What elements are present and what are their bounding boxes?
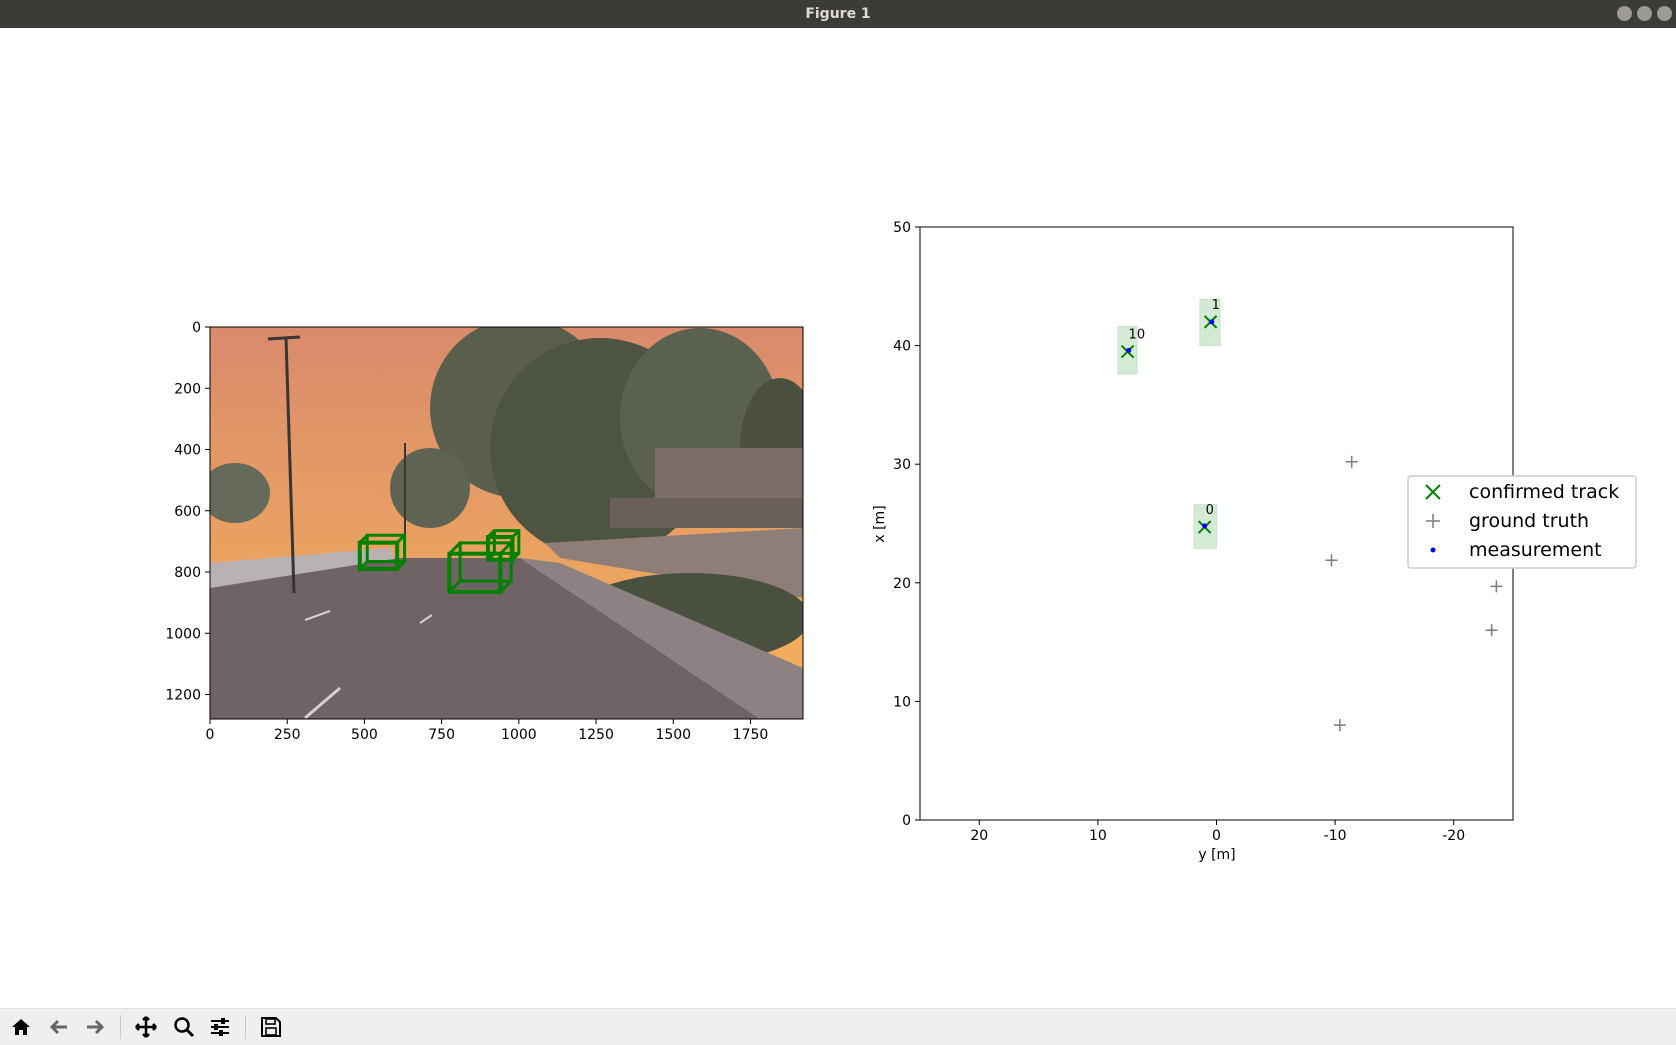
legend-marker-measurement [1430, 547, 1436, 553]
save-icon [261, 1017, 281, 1037]
zoom-icon [174, 1017, 195, 1038]
track-id-label: 1 [1212, 298, 1220, 313]
subplots-config-icon [211, 1018, 229, 1036]
measurement-marker [1126, 347, 1132, 353]
x-tick-label: -10 [1324, 828, 1347, 844]
back-arrow-icon [49, 1019, 67, 1035]
maximize-button[interactable] [1637, 6, 1652, 21]
y-tick-label: 0 [902, 813, 911, 829]
back-button[interactable] [44, 1013, 74, 1041]
x-tick-label: 1250 [578, 727, 614, 743]
track-id-label: 0 [1206, 503, 1214, 518]
toolbar [0, 1008, 1676, 1045]
figure-canvas: 0 250 500 750 1000 1250 1500 1750 0 200 400 600 800 1… [0, 28, 1676, 1008]
pan-button[interactable] [131, 1013, 161, 1041]
measurement-marker [1202, 523, 1208, 529]
legend-label-ground-truth: ground truth [1469, 510, 1589, 532]
y-tick-label: 400 [174, 443, 201, 459]
x-tick-label: 1000 [501, 727, 537, 743]
y-tick-label: 1200 [165, 688, 201, 704]
y-tick-label: 1000 [165, 626, 201, 642]
legend-label-measurement: measurement [1469, 539, 1602, 561]
minimize-button[interactable] [1617, 6, 1632, 21]
y-tick-label: 10 [893, 694, 911, 710]
x-tick-label: 20 [970, 828, 988, 844]
x-tick-label: 750 [428, 727, 455, 743]
y-axis-label: x [m] [872, 505, 888, 542]
x-axis-label: y [m] [1198, 847, 1235, 863]
x-tick-label: 1750 [733, 727, 769, 743]
x-tick-label: 0 [1212, 828, 1221, 844]
x-tick-label: 1500 [655, 727, 691, 743]
y-tick-label: 30 [893, 457, 911, 473]
camera-image [210, 327, 803, 719]
figure-svg: 0 250 500 750 1000 1250 1500 175002004006008001… [165, 220, 1637, 863]
x-tick-label: 10 [1089, 828, 1107, 844]
home-button[interactable] [6, 1013, 36, 1041]
y-tick-label: 600 [174, 504, 201, 520]
zoom-button[interactable] [169, 1013, 199, 1041]
window-title: Figure 1 [805, 6, 871, 22]
save-button[interactable] [256, 1013, 286, 1041]
y-tick-label: 200 [174, 381, 201, 397]
toolbar-separator [120, 1015, 121, 1039]
window-titlebar: Figure 1 [0, 0, 1676, 28]
birds-eye-axes: 1010 20 10 0 -10 -2001020304050 y [m] x [m] … [872, 220, 1637, 863]
subplots-config-button[interactable] [205, 1013, 235, 1041]
measurement-marker [1209, 319, 1215, 325]
y-tick-label: 800 [174, 565, 201, 581]
y-tick-label: 0 [192, 320, 201, 336]
legend-label-confirmed-track: confirmed track [1469, 481, 1619, 503]
track-id-label: 10 [1129, 328, 1146, 343]
forward-button[interactable] [80, 1013, 110, 1041]
forward-arrow-icon [87, 1019, 105, 1035]
x-tick-label: 250 [274, 727, 301, 743]
y-tick-label: 40 [893, 339, 911, 355]
x-tick-label: 500 [351, 727, 378, 743]
toolbar-separator [245, 1015, 246, 1039]
y-tick-label: 20 [893, 576, 911, 592]
home-icon [12, 1019, 30, 1035]
legend: confirmed track ground truth measurement [1407, 475, 1637, 569]
x-tick-label: 0 [206, 727, 215, 743]
close-button[interactable] [1657, 6, 1672, 21]
x-tick-label: -20 [1442, 828, 1465, 844]
camera-image-axes: 0 250 500 750 1000 1250 1500 1750 0 200 400 600 800 1… [165, 320, 804, 743]
pan-icon [135, 1016, 157, 1038]
y-tick-label: 50 [893, 220, 911, 236]
